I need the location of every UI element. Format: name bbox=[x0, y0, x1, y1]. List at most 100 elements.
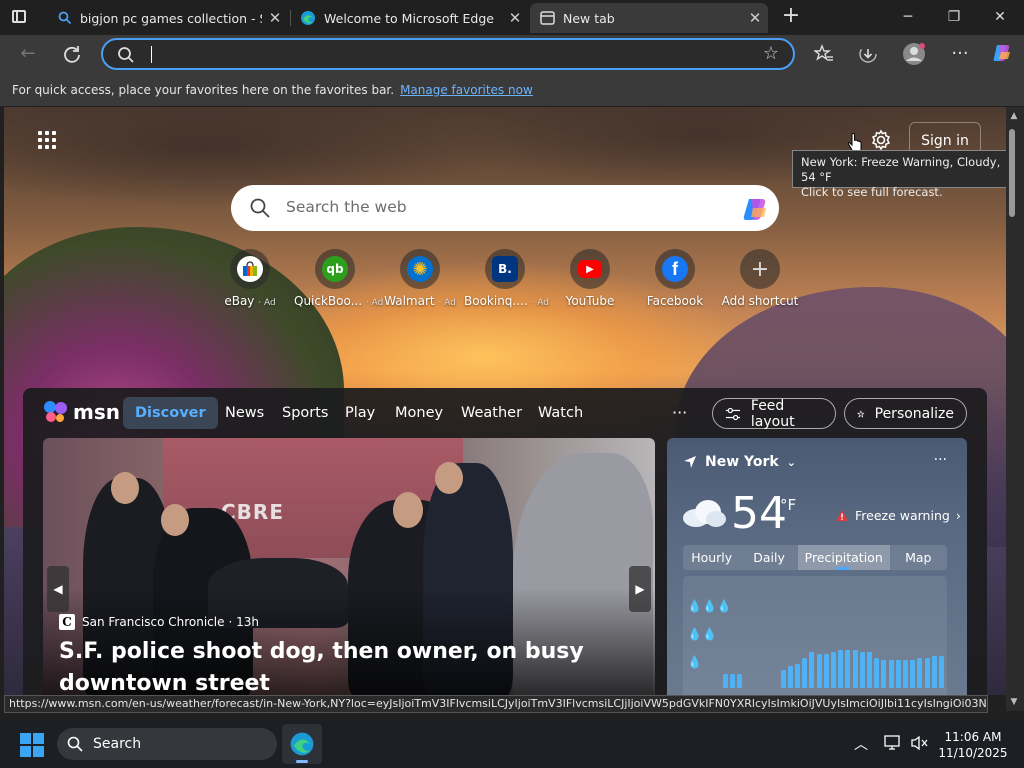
tab-precipitation[interactable]: Precipitation bbox=[797, 545, 890, 570]
taskbar-search[interactable]: Search bbox=[57, 728, 277, 760]
precipitation-bar bbox=[809, 652, 815, 688]
light-rain-icon: 💧 bbox=[687, 655, 702, 669]
nav-money[interactable]: Money bbox=[395, 397, 443, 429]
scrollbar-thumb[interactable] bbox=[1009, 129, 1015, 217]
weather-location[interactable]: New York ⌄ bbox=[683, 454, 796, 470]
quickbooks-icon: qb bbox=[322, 256, 348, 282]
show-hidden-icons-chevron[interactable]: ︿ bbox=[854, 734, 868, 754]
nav-watch[interactable]: Watch bbox=[538, 397, 583, 429]
copilot-icon[interactable] bbox=[990, 42, 1014, 66]
gear-icon[interactable] bbox=[870, 129, 892, 151]
sparkle-star-icon bbox=[857, 409, 865, 418]
weather-more-icon[interactable]: ··· bbox=[934, 452, 947, 468]
precipitation-bar bbox=[874, 658, 880, 688]
back-arrow-icon[interactable]: ← bbox=[16, 42, 40, 66]
tab-map[interactable]: Map bbox=[890, 545, 947, 570]
new-tab-icon bbox=[540, 11, 555, 25]
precipitation-chart[interactable]: 💧💧💧 💧💧 💧 bbox=[683, 576, 947, 695]
favorites-hint: For quick access, place your favorites h… bbox=[12, 82, 395, 97]
hero-story-card[interactable]: CBRE ◀ ▶ C San Francisco Chronicle · 13h… bbox=[43, 438, 655, 695]
downloads-icon[interactable] bbox=[856, 42, 880, 66]
weather-card[interactable]: New York ⌄ ··· 54 °F Freeze warning › Ho… bbox=[667, 438, 967, 695]
nav-more-icon[interactable]: ··· bbox=[672, 397, 687, 429]
nav-news[interactable]: News bbox=[225, 397, 264, 429]
chevron-right-icon: › bbox=[955, 508, 961, 523]
shortcut-youtube[interactable]: ▶ YouTube bbox=[549, 249, 631, 308]
profile-avatar-icon[interactable] bbox=[902, 42, 926, 66]
tab-welcome-edge[interactable]: Welcome to Microsoft Edge ✕ bbox=[290, 3, 528, 33]
close-window-button[interactable]: ✕ bbox=[988, 6, 1012, 28]
walmart-icon: ✺ bbox=[407, 256, 433, 282]
edge-icon bbox=[290, 732, 314, 756]
medium-rain-icon: 💧💧 bbox=[687, 627, 717, 641]
apps-grid-icon[interactable] bbox=[38, 131, 58, 151]
story-headline[interactable]: S.F. police shoot dog, then owner, on bu… bbox=[59, 636, 619, 695]
minimize-button[interactable]: ─ bbox=[896, 6, 920, 28]
web-search-box[interactable]: Search the web bbox=[231, 185, 779, 231]
tab-daily[interactable]: Daily bbox=[740, 545, 797, 570]
youtube-icon: ▶ bbox=[578, 260, 602, 278]
page-scrollbar[interactable]: ▲ ▼ bbox=[1006, 107, 1024, 711]
precipitation-bar bbox=[931, 656, 937, 688]
search-icon bbox=[118, 47, 134, 63]
manage-favorites-link[interactable]: Manage favorites now bbox=[400, 83, 533, 97]
windows-start-icon[interactable] bbox=[20, 733, 44, 757]
clock-date: 11/10/2025 bbox=[938, 746, 1008, 760]
precipitation-bar bbox=[859, 652, 865, 688]
precipitation-bar bbox=[831, 652, 836, 688]
story-source[interactable]: C San Francisco Chronicle · 13h bbox=[59, 614, 259, 630]
settings-more-icon[interactable]: ··· bbox=[948, 42, 972, 66]
refresh-icon[interactable] bbox=[60, 42, 84, 66]
nav-weather[interactable]: Weather bbox=[461, 397, 522, 429]
shortcut-booking[interactable]: B. Bookinq.... · Ad bbox=[464, 249, 549, 308]
plus-icon: + bbox=[750, 256, 770, 282]
shortcut-quickbooks[interactable]: qb QuickBoo... · Ad bbox=[294, 249, 383, 308]
restore-button[interactable]: ❐ bbox=[942, 6, 966, 28]
shortcut-label: eBay bbox=[224, 294, 255, 308]
windows-taskbar: Search ︿ 11:06 AM 11/10/2025 bbox=[0, 720, 1024, 768]
network-icon[interactable] bbox=[884, 735, 902, 751]
precipitation-bar bbox=[780, 670, 786, 688]
favorites-icon[interactable] bbox=[812, 42, 836, 66]
address-bar[interactable]: ☆ bbox=[101, 38, 795, 70]
scroll-up-arrow[interactable]: ▲ bbox=[1008, 111, 1020, 121]
new-tab-button[interactable]: + bbox=[780, 5, 802, 27]
close-tab-icon[interactable]: ✕ bbox=[742, 9, 768, 27]
precipitation-bar bbox=[852, 650, 858, 688]
personalize-button[interactable]: Personalize bbox=[844, 398, 967, 429]
scroll-down-arrow[interactable]: ▼ bbox=[1008, 697, 1020, 707]
favorites-bar: For quick access, place your favorites h… bbox=[0, 73, 1024, 106]
shortcut-facebook[interactable]: f Facebook bbox=[634, 249, 716, 308]
msn-butterfly-icon bbox=[44, 401, 67, 422]
shortcut-ebay[interactable]: eBay · Ad bbox=[209, 249, 291, 308]
carousel-next-button[interactable]: ▶ bbox=[629, 566, 651, 612]
copilot-icon[interactable] bbox=[741, 195, 769, 223]
add-favorite-star-icon[interactable]: ☆ bbox=[763, 43, 779, 64]
ad-tag: · Ad bbox=[258, 298, 276, 308]
personalize-label: Personalize bbox=[874, 405, 954, 422]
taskbar-clock[interactable]: 11:06 AM 11/10/2025 bbox=[938, 729, 1008, 761]
taskbar-edge-button[interactable] bbox=[282, 724, 322, 764]
precipitation-bar bbox=[888, 660, 894, 688]
volume-muted-icon[interactable] bbox=[910, 735, 928, 751]
nav-play[interactable]: Play bbox=[345, 397, 375, 429]
new-tab-page: Sign in New York: Freeze Warning, Cloudy… bbox=[4, 107, 1006, 695]
clock-time: 11:06 AM bbox=[944, 730, 1002, 744]
tab-hourly[interactable]: Hourly bbox=[683, 545, 740, 570]
msn-logo[interactable]: msn bbox=[43, 398, 120, 426]
tab-new-tab[interactable]: New tab ✕ bbox=[530, 3, 768, 33]
close-tab-icon[interactable]: ✕ bbox=[262, 9, 288, 27]
tab-search-results[interactable]: bigjon pc games collection - Sear ✕ bbox=[48, 3, 288, 33]
nav-sports[interactable]: Sports bbox=[282, 397, 328, 429]
tab-actions-icon[interactable] bbox=[10, 8, 30, 26]
facebook-icon: f bbox=[662, 256, 688, 282]
close-tab-icon[interactable]: ✕ bbox=[502, 9, 528, 27]
carousel-prev-button[interactable]: ◀ bbox=[47, 566, 69, 612]
feed-layout-button[interactable]: Feed layout bbox=[712, 398, 836, 430]
precipitation-bar bbox=[730, 674, 736, 688]
shortcut-add[interactable]: + Add shortcut bbox=[719, 249, 801, 308]
freeze-warning-alert[interactable]: Freeze warning › bbox=[835, 508, 961, 523]
shortcut-walmart[interactable]: ✺ Walmart · Ad bbox=[379, 249, 461, 308]
shortcut-label: Walmart bbox=[384, 294, 435, 308]
nav-discover[interactable]: Discover bbox=[123, 397, 218, 429]
